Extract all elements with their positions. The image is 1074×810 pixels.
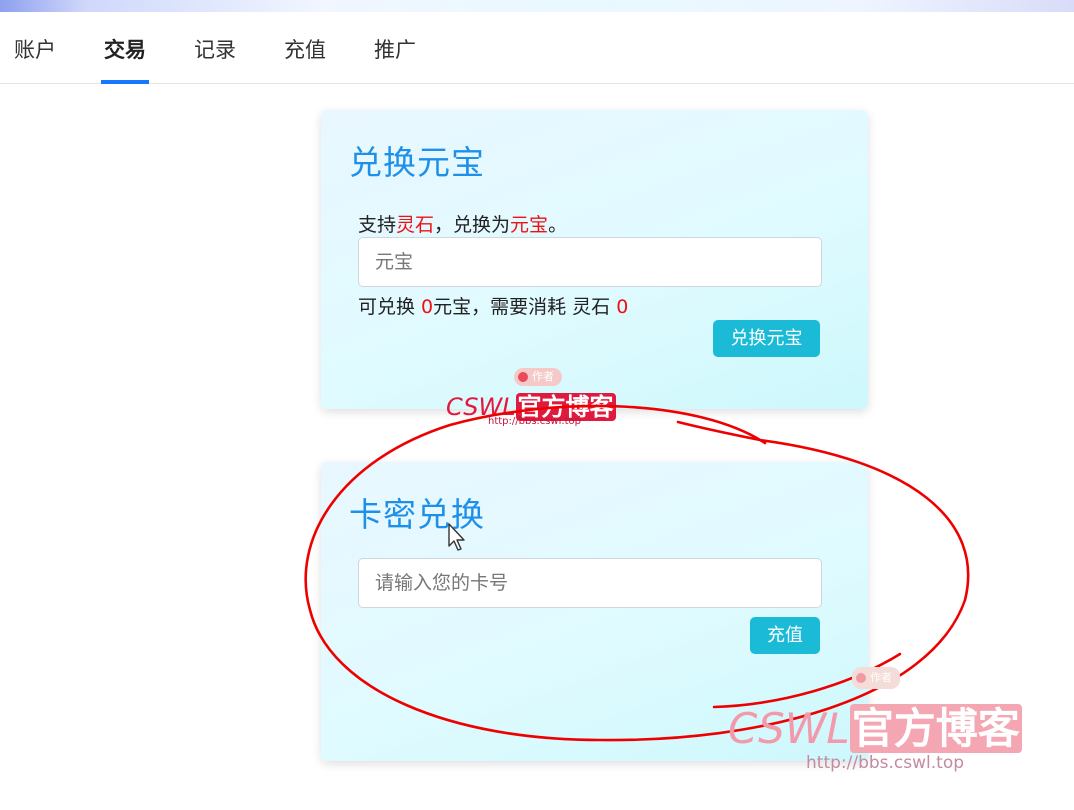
exchange-yuanbao-card: 兑换元宝 支持灵石，兑换为元宝。 可兑换 0元宝，需要消耗 灵石 0 兑换元宝 (321, 110, 868, 409)
tab-label: 充值 (284, 38, 326, 62)
exchange-yuanbao-button[interactable]: 兑换元宝 (713, 320, 820, 357)
watermark-badge-text: 作者 (870, 671, 892, 684)
desc-middle: ，兑换为 (434, 214, 511, 236)
tab-records[interactable]: 记录 (191, 12, 239, 83)
required-cost: 0 (616, 296, 629, 318)
tab-label: 账户 (14, 38, 56, 62)
watermark-url: http://bbs.cswl.top (488, 416, 581, 427)
top-tab-bar: 账户 交易 记录 充值 推广 (0, 12, 1074, 84)
mouse-cursor-icon (448, 523, 465, 551)
desc-source-currency: 灵石 (396, 214, 435, 236)
watermark-cjk: 官方博客 (849, 704, 1022, 753)
info-middle: 元宝，需要消耗 灵石 (433, 296, 617, 318)
desc-suffix: 。 (548, 214, 568, 236)
card-title: 兑换元宝 (349, 143, 485, 182)
desc-target-currency: 元宝 (510, 214, 549, 236)
yuanbao-amount-input[interactable] (358, 237, 822, 287)
tab-trade[interactable]: 交易 (101, 12, 149, 84)
info-prefix: 可兑换 (358, 296, 422, 318)
tab-label: 记录 (194, 38, 236, 62)
tab-promotion[interactable]: 推广 (371, 12, 419, 83)
exchange-description: 支持灵石，兑换为元宝。 (358, 210, 567, 237)
card-number-input[interactable] (358, 558, 822, 608)
recharge-button[interactable]: 充值 (750, 617, 820, 654)
desc-prefix: 支持 (358, 214, 397, 236)
tab-recharge[interactable]: 充值 (281, 12, 329, 83)
tab-account[interactable]: 账户 (11, 12, 59, 83)
card-key-redeem-card: 卡密兑换 充值 (321, 462, 868, 761)
top-gradient-strip (0, 0, 1074, 12)
active-tab-indicator (101, 80, 149, 84)
tab-label: 推广 (374, 38, 416, 62)
exchange-info: 可兑换 0元宝，需要消耗 灵石 0 (358, 292, 628, 319)
tab-label: 交易 (104, 38, 146, 62)
exchangeable-amount: 0 (421, 296, 434, 318)
